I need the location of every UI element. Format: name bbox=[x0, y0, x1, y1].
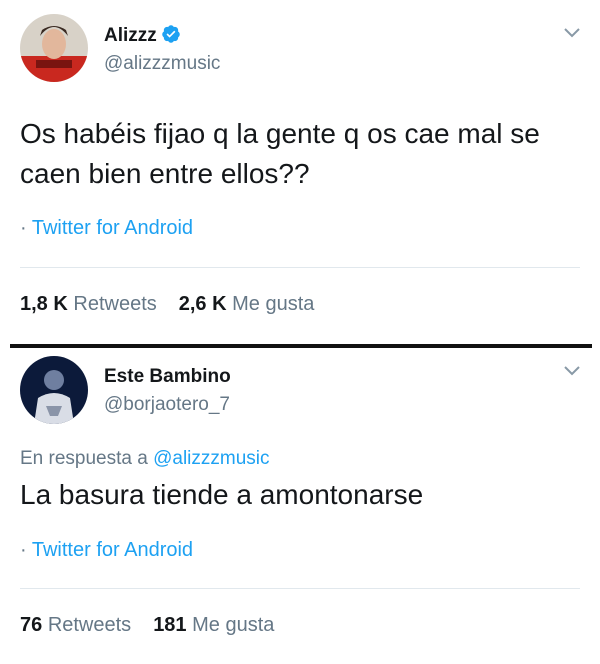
reply-mention[interactable]: @alizzzmusic bbox=[153, 448, 269, 469]
source-label[interactable]: Twitter for Android bbox=[32, 217, 193, 239]
tweet-text: Os habéis fijao q la gente q os cae mal … bbox=[20, 118, 540, 189]
tweet-stats: 76 Retweets 181 Me gusta bbox=[20, 614, 274, 637]
source-label[interactable]: Twitter for Android bbox=[32, 539, 193, 561]
tweet-este-bambino: Este Bambino @borjaotero_7 En respuesta … bbox=[0, 348, 600, 658]
retweets-stat[interactable]: 76 Retweets bbox=[20, 614, 131, 636]
display-name[interactable]: Este Bambino bbox=[104, 366, 231, 388]
reply-prefix: En respuesta a bbox=[20, 448, 148, 469]
handle[interactable]: @alizzzmusic bbox=[104, 53, 220, 75]
tweet-text: La basura tiende a amontonarse bbox=[20, 479, 424, 510]
retweets-stat[interactable]: 1,8 K Retweets bbox=[20, 293, 157, 315]
verified-badge-icon bbox=[162, 25, 180, 43]
display-name[interactable]: Alizzz bbox=[104, 24, 181, 47]
source-dot: · bbox=[20, 539, 32, 561]
tweet-source[interactable]: · Twitter for Android bbox=[20, 217, 193, 240]
tweet-alizzz: Alizzz @alizzzmusic Os habéis fijao q la… bbox=[0, 0, 600, 344]
reply-context: En respuesta a @alizzzmusic bbox=[20, 448, 270, 470]
chevron-down-icon[interactable] bbox=[564, 366, 580, 376]
avatar[interactable] bbox=[20, 356, 88, 424]
tweet-source[interactable]: · Twitter for Android bbox=[20, 539, 193, 562]
likes-stat[interactable]: 2,6 K Me gusta bbox=[179, 293, 315, 315]
avatar[interactable] bbox=[20, 14, 88, 82]
divider-line bbox=[20, 588, 580, 589]
likes-stat[interactable]: 181 Me gusta bbox=[153, 614, 274, 636]
handle[interactable]: @borjaotero_7 bbox=[104, 394, 230, 416]
source-dot: · bbox=[20, 217, 32, 239]
divider-line bbox=[20, 267, 580, 268]
tweet-stats: 1,8 K Retweets 2,6 K Me gusta bbox=[20, 293, 314, 316]
chevron-down-icon[interactable] bbox=[564, 28, 580, 38]
